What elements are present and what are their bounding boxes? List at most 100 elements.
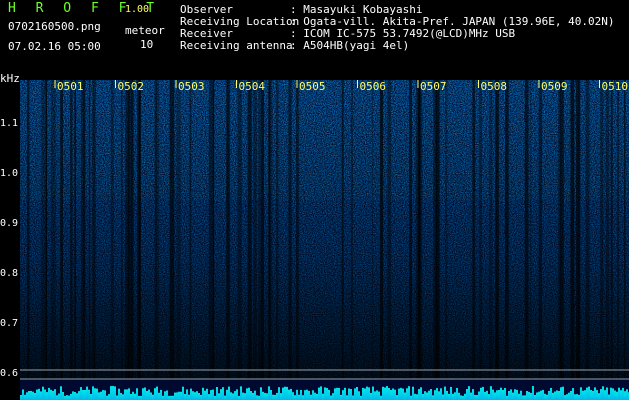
baseline-bar: [64, 395, 66, 400]
time-marker-label: 0502: [117, 80, 145, 93]
time-marker-label: 0506: [359, 80, 387, 93]
baseline-bar: [162, 395, 164, 400]
baseline-bar: [484, 391, 486, 400]
baseline-bar: [156, 386, 158, 400]
baseline-bar: [242, 392, 244, 400]
baseline-bar: [22, 389, 24, 400]
baseline-bar: [592, 390, 594, 400]
baseline-bar: [168, 395, 170, 400]
baseline-bar: [204, 390, 206, 400]
baseline-bar: [282, 387, 284, 400]
baseline-bar: [422, 394, 424, 400]
baseline-bar: [478, 391, 480, 400]
spectrogram-canvas: [20, 80, 629, 400]
baseline-bar: [144, 387, 146, 400]
baseline-bar: [52, 390, 54, 400]
baseline-bar: [542, 389, 544, 400]
baseline-bar: [214, 395, 216, 400]
time-marker-label: 0508: [480, 80, 508, 93]
frequency-tick-label: 1.0: [0, 168, 19, 179]
baseline-bar: [206, 388, 208, 400]
baseline-bar: [126, 389, 128, 400]
baseline-bar: [572, 388, 574, 400]
baseline-bar: [136, 388, 138, 400]
baseline-bar: [262, 391, 264, 400]
baseline-bar: [588, 386, 590, 400]
baseline-bar: [38, 388, 40, 400]
spectrogram-window: H R O F F T 1.00 0702160500.png meteor 1…: [0, 0, 629, 400]
baseline-bar: [170, 395, 172, 400]
baseline-bar: [82, 390, 84, 400]
baseline-bar: [320, 386, 322, 400]
baseline-bar: [150, 392, 152, 400]
baseline-bar: [366, 386, 368, 400]
baseline-bar: [80, 387, 82, 400]
baseline-bar: [292, 392, 294, 400]
baseline-bar: [448, 393, 450, 400]
baseline-bar: [356, 387, 358, 400]
baseline-bar: [92, 386, 94, 400]
baseline-bar: [402, 388, 404, 400]
baseline-bar: [544, 393, 546, 400]
baseline-bar: [456, 388, 458, 400]
baseline-bar: [182, 386, 184, 400]
baseline-bar: [42, 386, 44, 400]
baseline-bar: [388, 388, 390, 400]
baseline-bar: [212, 389, 214, 400]
baseline-bar: [30, 390, 32, 400]
baseline-bar: [414, 393, 416, 400]
baseline-bar: [590, 390, 592, 400]
frequency-tick-label: 0.9: [0, 218, 19, 229]
baseline-bar: [446, 390, 448, 400]
frequency-tick-label: 1.1: [0, 118, 19, 129]
baseline-bar: [420, 387, 422, 400]
baseline-bar: [536, 392, 538, 400]
meteor-label: meteor: [125, 24, 165, 37]
baseline-bar: [570, 390, 572, 400]
baseline-bar: [140, 395, 142, 400]
baseline-bar: [624, 391, 626, 400]
baseline-bar: [354, 388, 356, 400]
baseline-bar: [396, 395, 398, 400]
baseline-bar: [604, 390, 606, 400]
frequency-tick-label: 0.8: [0, 268, 19, 279]
baseline-bar: [310, 394, 312, 400]
baseline-bar: [600, 389, 602, 400]
baseline-bar: [474, 394, 476, 400]
baseline-bar: [322, 393, 324, 400]
baseline-bar: [382, 386, 384, 400]
baseline-bar: [622, 387, 624, 400]
baseline-bar: [506, 395, 508, 400]
baseline-bar: [146, 391, 148, 400]
baseline-bar: [560, 387, 562, 400]
baseline-bar: [558, 391, 560, 400]
baseline-bar: [370, 392, 372, 400]
baseline-bar: [482, 386, 484, 400]
baseline-bar: [466, 389, 468, 400]
baseline-bar: [608, 394, 610, 400]
baseline-bar: [526, 391, 528, 400]
baseline-bar: [504, 388, 506, 400]
baseline-bar: [426, 392, 428, 400]
baseline-bar: [116, 395, 118, 400]
baseline-bar: [134, 393, 136, 400]
baseline-bar: [98, 392, 100, 400]
baseline-bar: [216, 387, 218, 400]
baseline-bar: [32, 391, 34, 400]
baseline-bar: [550, 388, 552, 400]
baseline-bar: [490, 386, 492, 400]
baseline-bar: [468, 386, 470, 400]
baseline-bar: [500, 387, 502, 400]
baseline-bar: [442, 394, 444, 400]
baseline-bar: [226, 389, 228, 400]
time-marker-label: 0503: [178, 80, 205, 93]
baseline-bar: [432, 395, 434, 400]
baseline-bar: [278, 387, 280, 400]
baseline-bar: [66, 395, 68, 400]
baseline-bar: [610, 387, 612, 400]
baseline-bar: [584, 390, 586, 400]
baseline-bar: [352, 395, 354, 400]
baseline-bar: [344, 387, 346, 400]
frequency-tick-label: 0.7: [0, 318, 19, 329]
baseline-bar: [398, 388, 400, 400]
